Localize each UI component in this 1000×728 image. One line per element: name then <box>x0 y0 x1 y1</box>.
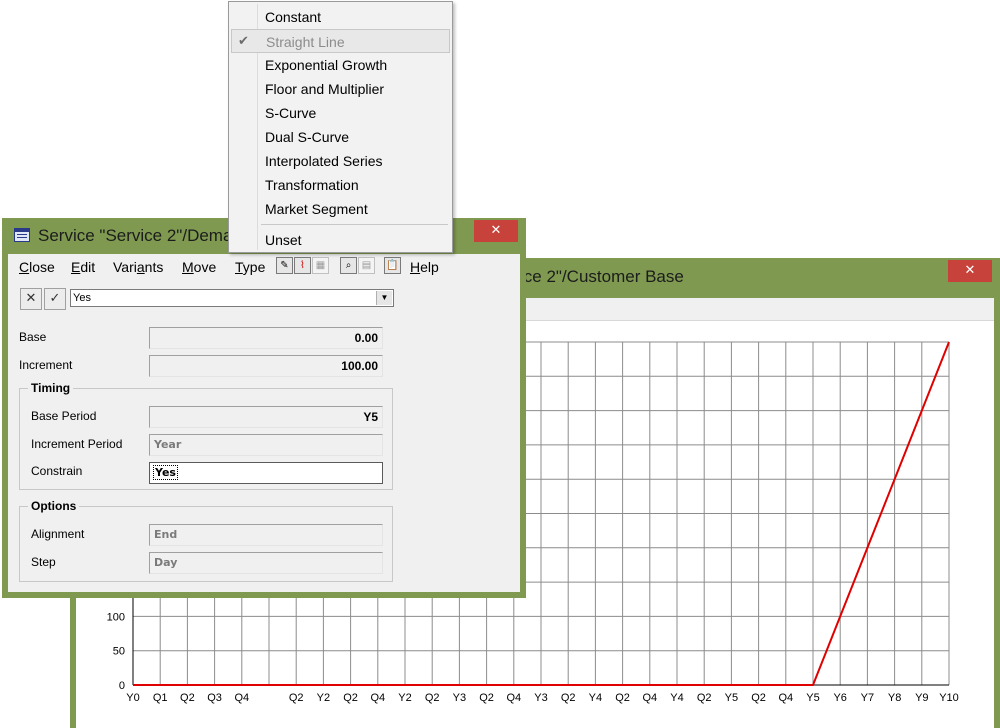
timing-group: Timing Base Period Y5 Increment Period Y… <box>19 381 393 490</box>
y-tick-label: 0 <box>119 680 125 692</box>
x-tick-label: Q1 <box>153 692 168 704</box>
x-tick-label: Y4 <box>670 692 683 704</box>
dialog-close-button[interactable]: ✕ <box>474 220 518 242</box>
check-icon: ✔ <box>238 34 249 49</box>
alignment-field[interactable]: End <box>149 524 383 546</box>
x-tick-label: Y7 <box>861 692 874 704</box>
x-tick-label: Y9 <box>915 692 928 704</box>
menu-item-exponential-growth[interactable]: Exponential Growth <box>231 53 450 77</box>
x-tick-label: Y4 <box>589 692 602 704</box>
x-tick-label: Y5 <box>806 692 819 704</box>
grid-icon[interactable]: ▤ <box>358 257 375 274</box>
x-tick-label: Q2 <box>180 692 195 704</box>
menu-item-floor-and-multiplier[interactable]: Floor and Multiplier <box>231 77 450 101</box>
menu-item-straight-line-label: Straight Line <box>266 34 345 50</box>
x-tick-label: Q4 <box>370 692 385 704</box>
dialog-client-area: Close Edit Variants Move Type ✎ ⌇ ▦ ⌕ ▤ … <box>8 254 520 592</box>
base-field[interactable]: 0.00 <box>149 327 383 349</box>
constrain-field[interactable]: Yes <box>149 462 383 484</box>
x-tick-label: Y10 <box>939 692 959 704</box>
value-combo[interactable]: Yes ▼ <box>70 289 394 307</box>
chart-close-button[interactable]: ✕ <box>948 260 992 282</box>
menu-item-s-curve[interactable]: S-Curve <box>231 101 450 125</box>
menu-item-unset[interactable]: Unset <box>231 228 450 252</box>
x-tick-label: Y3 <box>453 692 466 704</box>
y-tick-label: 50 <box>113 646 125 658</box>
confirm-button[interactable]: ✓ <box>44 288 66 310</box>
edit-icon[interactable]: ✎ <box>276 257 293 274</box>
menu-variants[interactable]: Variants <box>113 259 163 275</box>
chart-window-title: ice 2"/Customer Base <box>520 267 684 286</box>
x-tick-label: Q4 <box>506 692 521 704</box>
x-tick-label: Q2 <box>425 692 440 704</box>
x-tick-label: Q2 <box>561 692 576 704</box>
increment-period-field[interactable]: Year <box>149 434 383 456</box>
x-tick-label: Q4 <box>778 692 793 704</box>
type-popup-menu: Constant ✔ Straight Line Exponential Gro… <box>228 1 453 253</box>
increment-period-label: Increment Period <box>31 437 123 451</box>
menu-help[interactable]: Help <box>410 259 439 275</box>
x-tick-label: Q2 <box>479 692 494 704</box>
menu-move[interactable]: Move <box>182 259 216 275</box>
options-group-title: Options <box>28 499 80 513</box>
x-tick-label: Q3 <box>207 692 222 704</box>
menu-close[interactable]: Close <box>19 259 55 275</box>
dialog-menubar: Close Edit Variants Move Type ✎ ⌇ ▦ ⌕ ▤ … <box>8 254 520 280</box>
dialog-app-icon <box>14 228 30 242</box>
y-tick-label: 100 <box>107 611 125 623</box>
x-tick-label: Y2 <box>398 692 411 704</box>
chevron-down-icon[interactable]: ▼ <box>376 291 392 305</box>
constrain-label: Constrain <box>31 464 83 478</box>
x-tick-label: Q2 <box>751 692 766 704</box>
menu-item-dual-s-curve[interactable]: Dual S-Curve <box>231 125 450 149</box>
x-tick-label: Q2 <box>697 692 712 704</box>
menu-item-constant[interactable]: Constant <box>231 5 450 29</box>
x-tick-label: Q2 <box>343 692 358 704</box>
constrain-value: Yes <box>153 465 178 480</box>
x-tick-label: Y2 <box>317 692 330 704</box>
x-tick-label: Y3 <box>534 692 547 704</box>
x-tick-label: Y8 <box>888 692 901 704</box>
menu-separator <box>261 224 448 225</box>
x-tick-label: Q4 <box>642 692 657 704</box>
x-tick-label: Y6 <box>833 692 846 704</box>
timing-group-title: Timing <box>28 381 74 395</box>
step-label: Step <box>31 555 56 569</box>
x-tick-label: Y5 <box>725 692 738 704</box>
service-dialog: Service "Service 2"/Demand/Customer Base… <box>2 218 526 598</box>
menu-item-transformation[interactable]: Transformation <box>231 173 450 197</box>
x-tick-label: Y0 <box>126 692 139 704</box>
x-tick-label: Q2 <box>615 692 630 704</box>
base-label: Base <box>19 330 47 344</box>
x-tick-label: Q2 <box>289 692 304 704</box>
menu-edit[interactable]: Edit <box>71 259 95 275</box>
cancel-button[interactable]: ✕ <box>20 288 42 310</box>
base-period-field[interactable]: Y5 <box>149 406 383 428</box>
clipboard-icon[interactable]: 📋 <box>384 257 401 274</box>
increment-field[interactable]: 100.00 <box>149 355 383 377</box>
menu-type[interactable]: Type <box>235 259 265 275</box>
base-period-label: Base Period <box>31 409 97 423</box>
x-tick-label: Q4 <box>234 692 249 704</box>
options-group: Options Alignment End Step Day <box>19 499 393 582</box>
find-icon[interactable]: ⌕ <box>340 257 357 274</box>
increment-label: Increment <box>19 358 73 372</box>
menu-item-straight-line[interactable]: ✔ Straight Line <box>231 29 450 53</box>
chart-icon[interactable]: ⌇ <box>294 257 311 274</box>
table-icon[interactable]: ▦ <box>312 257 329 274</box>
step-field[interactable]: Day <box>149 552 383 574</box>
value-combo-text: Yes <box>73 292 91 304</box>
menu-item-market-segment[interactable]: Market Segment <box>231 197 450 221</box>
alignment-label: Alignment <box>31 527 85 541</box>
menu-item-interpolated-series[interactable]: Interpolated Series <box>231 149 450 173</box>
